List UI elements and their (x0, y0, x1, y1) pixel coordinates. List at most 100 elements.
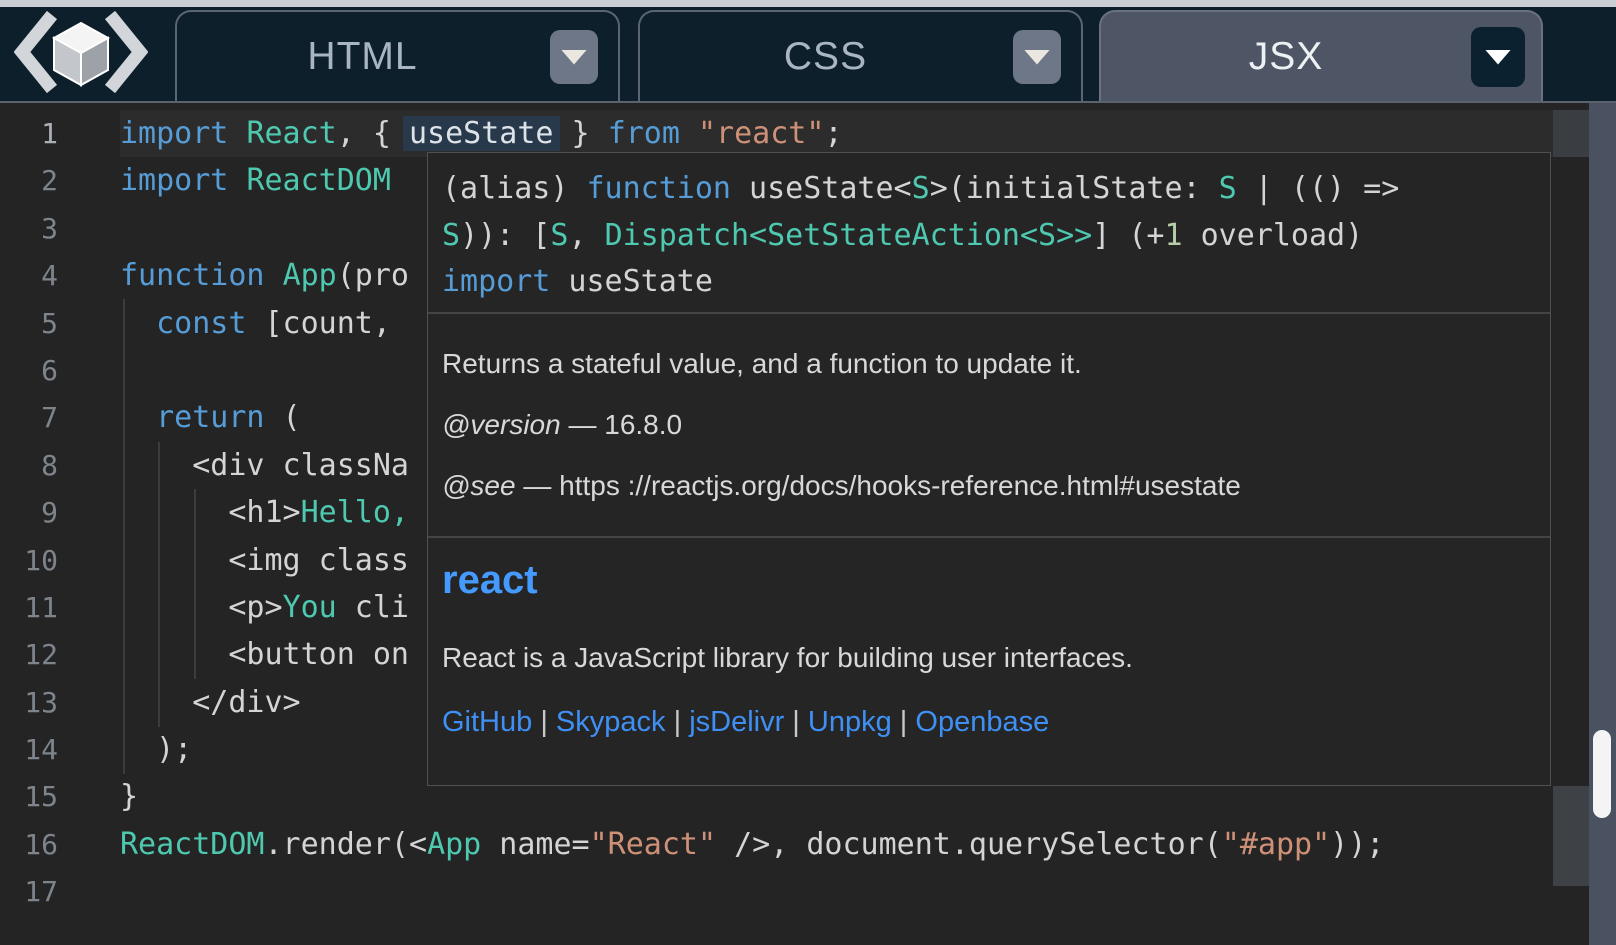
code-token: S (550, 218, 568, 253)
chevron-down-icon (1024, 50, 1050, 65)
doc-version: @version — 16.8.0 (442, 408, 1536, 442)
code-token: cli (337, 590, 409, 625)
dash: — (568, 409, 596, 440)
code-token: S (442, 218, 460, 253)
code-token: "#app" (1222, 827, 1330, 862)
code-token: S (912, 171, 930, 206)
code-line[interactable]: 1import React, { useState } from "react"… (0, 110, 1553, 157)
chevron-down-icon (561, 50, 587, 65)
link-separator: | (532, 706, 556, 738)
code-token: Hello, (301, 495, 409, 530)
line-number: 3 (0, 205, 120, 252)
tooltip-docs: Returns a stateful value, and a function… (428, 314, 1550, 536)
link-jsdelivr[interactable]: jsDelivr (689, 706, 784, 738)
code-token: ; (824, 116, 842, 151)
code-token: You (283, 590, 337, 625)
line-number: 12 (0, 631, 120, 678)
tab-html-label: HTML (177, 12, 548, 101)
version-tag: @version (442, 409, 561, 440)
line-number: 13 (0, 679, 120, 726)
line-number: 14 (0, 726, 120, 773)
code-token: (alias) (442, 171, 587, 206)
page-scrollbar-thumb[interactable] (1593, 730, 1611, 818)
code-token: <img class (120, 543, 409, 578)
code-line[interactable]: 16ReactDOM.render(<App name="React" />, … (0, 821, 1553, 868)
link-separator: | (784, 706, 808, 738)
line-number: 15 (0, 773, 120, 820)
hover-tooltip: (alias) function useState<S>(initialStat… (427, 152, 1551, 786)
code-token: , (568, 218, 604, 253)
tab-jsx[interactable]: JSX (1099, 10, 1543, 101)
code-line[interactable]: 17 (0, 868, 1553, 915)
code-token: } (120, 779, 138, 814)
code-token: useState (409, 116, 554, 151)
line-number: 10 (0, 537, 120, 584)
code-token: ); (120, 732, 192, 767)
code-token: import (120, 116, 228, 151)
code-token: "react" (698, 116, 824, 151)
code-token: (pro (337, 258, 409, 293)
page-scrollbar-track[interactable] (1589, 103, 1616, 945)
link-skypack[interactable]: Skypack (556, 706, 666, 738)
code-token: Dispatch<SetStateAction<S>> (605, 218, 1093, 253)
code-token: <p> (120, 590, 283, 625)
tab-css[interactable]: CSS (638, 10, 1083, 101)
code-token: useState (550, 264, 713, 299)
tab-jsx-dropdown-button[interactable] (1471, 27, 1525, 87)
tab-css-dropdown-button[interactable] (1013, 30, 1061, 84)
code-token: )): [ (460, 218, 550, 253)
code-token: App (427, 827, 481, 862)
code-token (265, 258, 283, 293)
code-token: function (120, 258, 265, 293)
indent-guide (123, 299, 125, 774)
code-token: import (442, 264, 550, 299)
code-token: </div> (120, 685, 301, 720)
code-token: ( (265, 400, 301, 435)
tooltip-divider (428, 536, 1550, 538)
tab-html-dropdown-button[interactable] (550, 30, 598, 84)
line-number: 11 (0, 584, 120, 631)
see-tag: @see (442, 470, 516, 501)
code-token: >(initialState: (930, 171, 1219, 206)
editor-scrollbar-marker (1553, 110, 1589, 157)
code-token: , { (337, 116, 409, 151)
package-name-heading: react (442, 556, 1536, 604)
code-token: .render(< (265, 827, 428, 862)
code-token: | (() => (1237, 171, 1400, 206)
tab-html[interactable]: HTML (175, 10, 620, 101)
code-token: useState< (731, 171, 912, 206)
code-token: S (1219, 171, 1237, 206)
line-number: 2 (0, 157, 120, 204)
window-top-edge (0, 0, 1616, 7)
code-line-content: import React, { useState } from "react"; (120, 110, 1553, 157)
see-url: https ://reactjs.org/docs/hooks-referenc… (559, 470, 1241, 501)
tooltip-signature: (alias) function useState<S>(initialStat… (428, 153, 1550, 312)
code-token (228, 163, 246, 198)
link-github[interactable]: GitHub (442, 706, 532, 738)
link-separator: | (666, 706, 690, 738)
line-number: 6 (0, 347, 120, 394)
dash: — (523, 470, 551, 501)
code-token: 1 (1164, 218, 1182, 253)
indent-guide (158, 442, 160, 727)
package-links: GitHub | Skypack | jsDelivr | Unpkg | Op… (442, 705, 1536, 739)
editor-scrollbar-thumb[interactable] (1553, 786, 1589, 886)
link-openbase[interactable]: Openbase (915, 706, 1049, 738)
code-token: [count, (246, 306, 391, 341)
code-line-content: ReactDOM.render(<App name="React" />, do… (120, 821, 1553, 868)
link-separator: | (892, 706, 916, 738)
tooltip-package-info: react React is a JavaScript library for … (428, 556, 1550, 787)
signature-line: import useState (442, 259, 1536, 306)
code-token: import (120, 163, 228, 198)
code-line-content (120, 868, 1553, 915)
signature-line: (alias) function useState<S>(initialStat… (442, 166, 1536, 213)
line-number: 1 (0, 110, 120, 157)
package-description: React is a JavaScript library for buildi… (442, 640, 1536, 676)
line-number: 9 (0, 489, 120, 536)
code-token: const (156, 306, 246, 341)
code-token: "React" (590, 827, 716, 862)
link-unpkg[interactable]: Unpkg (808, 706, 892, 738)
line-number: 16 (0, 821, 120, 868)
code-token: name= (481, 827, 589, 862)
code-token: ReactDOM (120, 827, 265, 862)
